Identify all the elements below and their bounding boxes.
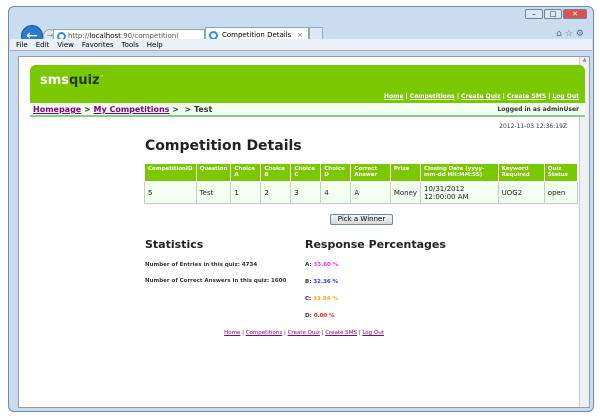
menu-view[interactable]: View	[57, 41, 74, 49]
page-title: Competition Details	[145, 138, 302, 154]
footer-competitions[interactable]: Competitions	[246, 330, 283, 336]
nav-home[interactable]: Home	[384, 93, 403, 100]
menu-tools[interactable]: Tools	[122, 41, 139, 49]
table-cell: Money	[389, 181, 422, 204]
response-d: D: 0.00 %	[305, 313, 335, 319]
table-cell: UOG2	[497, 181, 545, 204]
menu-edit[interactable]: Edit	[36, 41, 50, 49]
nav-create-quiz[interactable]: Create Quiz	[461, 93, 500, 100]
table-row: 5 Test 1 2 3 4 A Money 10/31/2012 12:00:00 AM UOG…	[144, 181, 579, 204]
page-viewport: ▲ smsquiz™ Home | Competitions | Create …	[18, 56, 590, 408]
table-cell: 1	[230, 181, 262, 204]
home-icon[interactable]: ⌂	[556, 29, 565, 39]
column-header: Choice A	[230, 163, 262, 182]
column-header: Closing Date (yyyy-mm-dd HH:MM:SS)	[420, 163, 499, 182]
breadcrumb-homepage[interactable]: Homepage	[33, 105, 81, 114]
table-cell: 3	[290, 181, 322, 204]
pick-winner-button[interactable]: Pick a Winner	[330, 214, 393, 225]
menu-bar: File Edit View Favorites Tools Help	[10, 39, 592, 51]
column-header: Choice B	[260, 163, 292, 182]
favorites-star-icon[interactable]: ☆	[565, 29, 576, 39]
site-header: smsquiz™ Home | Competitions | Create Qu…	[30, 65, 585, 103]
minimize-button[interactable]: –	[525, 9, 543, 19]
table-cell: 5	[144, 181, 197, 204]
footer-nav: Home | Competitions | Create Quiz | Crea…	[224, 330, 384, 336]
footer-create-sms[interactable]: Create SMS	[325, 330, 357, 336]
competition-table: CompetitionID Question Choice A Choice B Cho…	[144, 163, 579, 204]
column-header: Prize	[389, 163, 422, 182]
browser-window: – □ ✕ ← → http://localhost:90/competition(…	[8, 6, 594, 412]
nav-competitions[interactable]: Competitions	[410, 93, 455, 100]
breadcrumb-my-competitions[interactable]: My Competitions	[94, 105, 170, 114]
nav-create-sms[interactable]: Create SMS	[507, 93, 546, 100]
table-cell: open	[543, 181, 579, 204]
response-c: C: 33.84 %	[305, 296, 338, 302]
column-header: Question	[195, 163, 232, 182]
response-b: B: 32.36 %	[305, 279, 339, 285]
table-cell: A	[350, 181, 391, 204]
column-header: Keyword Required	[497, 163, 545, 182]
entries-stat: Number of Entries in this quiz: 4734	[145, 262, 258, 268]
footer-create-quiz[interactable]: Create Quiz	[288, 330, 320, 336]
menu-favorites[interactable]: Favorites	[82, 41, 114, 49]
gear-icon[interactable]: ⚙	[576, 29, 587, 39]
response-heading: Response Percentages	[305, 238, 446, 251]
table-cell: 4	[320, 181, 352, 204]
close-window-button[interactable]: ✕	[563, 9, 587, 19]
column-header: Choice D	[320, 163, 352, 182]
table-cell: 2	[260, 181, 292, 204]
login-status: Logged in as adminUser	[497, 106, 579, 113]
response-a: A: 33.80 %	[305, 262, 339, 268]
top-nav: Home | Competitions | Create Quiz | Crea…	[383, 93, 579, 100]
footer-log-out[interactable]: Log Out	[362, 330, 384, 336]
column-header: CompetitionID	[144, 163, 197, 182]
statistics-heading: Statistics	[145, 238, 204, 251]
table-cell: Test	[195, 181, 232, 204]
column-header: Choice C	[290, 163, 322, 182]
column-header: Quiz Status	[543, 163, 579, 182]
nav-log-out[interactable]: Log Out	[552, 93, 579, 100]
breadcrumb: Homepage > My Competitions > > Test Logg…	[30, 103, 585, 117]
table-cell: 10/31/2012 12:00:00 AM	[420, 181, 499, 204]
correct-stat: Number of Correct Answers in this quiz: …	[145, 278, 287, 284]
column-header: Correct Answer	[350, 163, 391, 182]
maximize-button[interactable]: □	[544, 9, 562, 19]
timestamp: 2012-11-03 12:36:19Z	[499, 123, 567, 130]
footer-home[interactable]: Home	[224, 330, 240, 336]
menu-help[interactable]: Help	[147, 41, 163, 49]
logo: smsquiz™	[40, 73, 104, 88]
menu-file[interactable]: File	[16, 41, 28, 49]
